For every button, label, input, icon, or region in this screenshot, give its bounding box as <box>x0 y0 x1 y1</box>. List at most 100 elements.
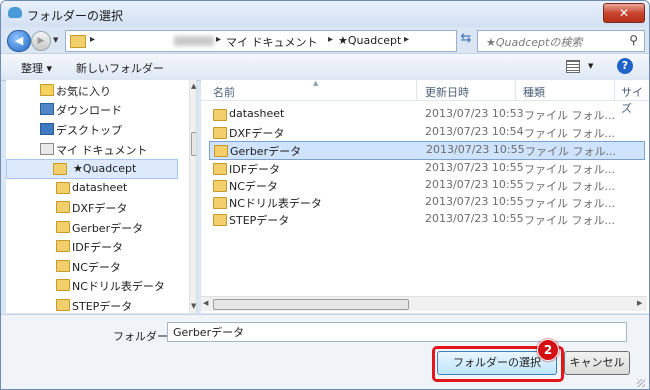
back-button[interactable]: ◀ <box>7 30 31 52</box>
file-date: 2013/07/23 10:55 <box>425 212 524 225</box>
folder-icon <box>56 299 70 311</box>
cancel-button[interactable]: キャンセル <box>564 351 630 375</box>
nav-item-idf[interactable]: IDFデータ <box>6 237 183 255</box>
resize-grip-icon[interactable] <box>637 379 645 387</box>
desktop-icon <box>40 123 54 135</box>
history-dropdown-icon[interactable]: ▼ <box>53 36 58 44</box>
nav-item-datasheet[interactable]: datasheet <box>6 179 183 197</box>
file-type: ファイル フォル... <box>524 109 615 122</box>
folder-icon <box>213 127 227 139</box>
chevron-right-icon[interactable]: ▸ <box>216 34 221 45</box>
chevron-right-icon[interactable]: ▸ <box>328 34 333 45</box>
file-list-scrollbar[interactable]: ◀ ▶ <box>201 296 647 311</box>
folder-icon <box>70 35 86 48</box>
table-row[interactable]: Gerberデータ 2013/07/23 10:55 ファイル フォル... <box>209 141 645 160</box>
nav-item-label: datasheet <box>72 181 128 194</box>
view-options-icon[interactable] <box>566 60 580 73</box>
sort-ascending-icon: ▲ <box>313 79 319 87</box>
folder-icon <box>56 221 70 233</box>
search-icon[interactable]: ⚲ <box>629 33 638 47</box>
nav-item-label: DXFデータ <box>72 202 128 215</box>
folder-icon <box>56 201 70 213</box>
folder-icon <box>214 145 228 157</box>
nav-item-label: お気に入り <box>56 85 111 98</box>
column-header-type[interactable]: 種類 <box>523 84 545 100</box>
nav-item-dxf[interactable]: DXFデータ <box>6 198 183 216</box>
table-row[interactable]: DXFデータ 2013/07/23 10:54 ファイル フォル... <box>209 124 643 141</box>
organize-button[interactable]: 整理 ▾ <box>21 60 52 76</box>
favorites-icon <box>40 84 54 96</box>
step-badge: 2 <box>537 339 559 361</box>
nav-pane-scrollbar[interactable]: ▲ ▼ <box>189 80 196 313</box>
nav-item-label: STEPデータ <box>72 300 133 313</box>
close-button[interactable]: ✕ <box>603 3 645 23</box>
folder-field-label: フォルダー: <box>113 330 172 343</box>
nav-item-gerber[interactable]: Gerberデータ <box>6 218 183 236</box>
chevron-right-icon[interactable]: ▸ <box>90 34 95 45</box>
breadcrumb-documents[interactable]: マイ ドキュメント <box>226 34 318 50</box>
table-row[interactable]: IDFデータ 2013/07/23 10:55 ファイル フォル... <box>209 160 643 177</box>
table-row[interactable]: NCデータ 2013/07/23 10:55 ファイル フォル... <box>209 177 643 194</box>
file-type: ファイル フォル... <box>524 180 615 193</box>
file-name: DXFデータ <box>229 127 285 140</box>
folder-icon <box>53 163 67 175</box>
nav-item-label: デスクトップ <box>56 124 122 137</box>
scroll-down-icon[interactable]: ▼ <box>191 302 196 310</box>
refresh-icon[interactable]: ⇆ <box>457 31 475 49</box>
table-row[interactable]: STEPデータ 2013/07/23 10:55 ファイル フォル... <box>209 211 643 228</box>
search-placeholder: ★Quadceptの検索 <box>486 36 583 49</box>
nav-item-nc-drill[interactable]: NCドリル表データ <box>6 276 183 294</box>
scrollbar-thumb[interactable] <box>213 299 409 310</box>
scroll-right-icon[interactable]: ▶ <box>637 299 642 307</box>
nav-item-quadcept[interactable]: ★Quadcept <box>6 159 178 179</box>
help-icon[interactable]: ? <box>617 58 633 74</box>
folder-select-dialog: フォルダーの選択 ✕ ◀ ▶ ▼ ▸ ▸ マイ ドキュメント ▸ ★Quadce… <box>0 0 650 390</box>
new-folder-button[interactable]: 新しいフォルダー <box>76 60 164 76</box>
folder-icon <box>56 182 70 194</box>
nav-item-downloads[interactable]: ダウンロード <box>6 100 183 118</box>
chevron-right-icon[interactable]: ▸ <box>404 34 409 45</box>
file-date: 2013/07/23 10:55 <box>425 195 524 208</box>
nav-item-favorites[interactable]: お気に入り <box>6 81 183 99</box>
nav-item-label: マイ ドキュメント <box>56 144 148 157</box>
redacted-username <box>174 36 214 46</box>
nav-item-desktop[interactable]: デスクトップ <box>6 120 183 138</box>
file-date: 2013/07/23 10:53 <box>425 107 524 120</box>
table-row[interactable]: NCドリル表データ 2013/07/23 10:55 ファイル フォル... <box>209 194 643 211</box>
search-input[interactable]: ★Quadceptの検索 ⚲ <box>477 30 645 52</box>
downloads-icon <box>40 103 54 115</box>
column-divider[interactable] <box>416 80 417 100</box>
nav-item-step[interactable]: STEPデータ <box>6 296 183 313</box>
file-type: ファイル フォル... <box>524 127 615 140</box>
scroll-left-icon[interactable]: ◀ <box>203 299 208 307</box>
column-divider[interactable] <box>614 80 615 100</box>
scrollbar-thumb[interactable] <box>191 132 196 156</box>
file-name: datasheet <box>229 107 285 120</box>
file-type: ファイル フォル... <box>524 197 615 210</box>
folder-icon <box>213 197 227 209</box>
column-divider[interactable] <box>515 80 516 100</box>
navigation-bar: ◀ ▶ ▼ ▸ ▸ マイ ドキュメント ▸ ★Quadcept ▸ ▼ ⇆ ★Q… <box>1 27 649 53</box>
forward-button[interactable]: ▶ <box>31 31 51 51</box>
nav-item-label: Gerberデータ <box>72 222 144 235</box>
address-bar[interactable]: ▸ ▸ マイ ドキュメント ▸ ★Quadcept ▸ ▼ <box>65 30 512 52</box>
folder-icon <box>213 109 227 121</box>
folder-icon <box>213 163 227 175</box>
file-type: ファイル フォル... <box>525 145 616 158</box>
column-header-name[interactable]: 名前 <box>213 84 235 100</box>
scroll-up-icon[interactable]: ▲ <box>191 82 196 90</box>
file-date: 2013/07/23 10:55 <box>425 178 524 191</box>
file-list: ▲ 名前 更新日時 種類 サイズ datasheet 2013/07/23 10… <box>201 79 649 313</box>
file-type: ファイル フォル... <box>524 163 615 176</box>
column-header-date[interactable]: 更新日時 <box>425 84 469 100</box>
window-title: フォルダーの選択 <box>27 9 124 23</box>
folder-name-input[interactable]: Gerberデータ <box>167 322 627 342</box>
view-dropdown-icon[interactable]: ▼ <box>588 62 593 70</box>
nav-item-documents[interactable]: マイ ドキュメント <box>6 140 183 158</box>
breadcrumb-quadcept[interactable]: ★Quadcept <box>338 34 401 47</box>
table-row[interactable]: datasheet 2013/07/23 10:53 ファイル フォル... <box>209 106 643 123</box>
nav-item-nc[interactable]: NCデータ <box>6 257 183 275</box>
nav-item-label: NCドリル表データ <box>72 280 165 293</box>
folder-icon <box>56 240 70 252</box>
folder-icon <box>56 279 70 291</box>
